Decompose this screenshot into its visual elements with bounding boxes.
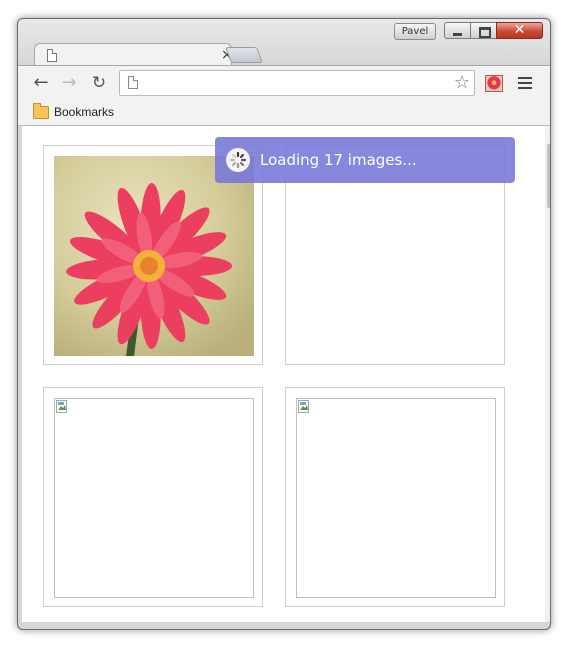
flower-image — [54, 156, 254, 356]
broken-image-icon — [298, 400, 309, 413]
address-bar[interactable]: ☆ — [119, 70, 475, 96]
star-icon[interactable]: ☆ — [454, 72, 470, 94]
close-icon: ✕ — [513, 22, 526, 38]
image-2 — [296, 156, 496, 356]
folder-icon — [33, 103, 49, 119]
reload-button[interactable]: ↻ — [90, 74, 108, 92]
menu-icon[interactable] — [518, 77, 532, 89]
profile-button[interactable]: Pavel — [394, 23, 436, 40]
flower-graphic — [54, 156, 254, 356]
close-window-button[interactable]: ✕ — [496, 22, 543, 39]
vertical-scrollbar[interactable]: ▲ ▼ — [545, 126, 550, 622]
scroll-down-arrow-icon[interactable]: ▼ — [545, 608, 550, 622]
extension-flower-icon[interactable] — [485, 75, 503, 92]
image-4 — [296, 398, 496, 598]
loading-toast: Loading 17 images... — [215, 137, 515, 183]
bookmarks-folder[interactable]: Bookmarks — [54, 105, 114, 119]
image-card — [43, 387, 263, 607]
forward-button[interactable]: → — [60, 74, 78, 92]
browser-window: Pavel ✕ × ← → ↻ ☆ Bookmarks — [17, 18, 551, 630]
bookmarks-bar: Bookmarks — [18, 101, 550, 126]
image-card — [285, 387, 505, 607]
page-content — [22, 126, 545, 622]
spinner-icon — [226, 148, 250, 172]
page-icon — [47, 49, 57, 62]
image-3 — [54, 398, 254, 598]
scroll-thumb[interactable] — [547, 144, 550, 208]
scroll-up-arrow-icon[interactable]: ▲ — [545, 126, 550, 140]
loading-message: Loading 17 images... — [260, 151, 417, 169]
broken-image-icon — [56, 400, 67, 413]
maximize-button[interactable] — [470, 22, 497, 39]
minimize-button[interactable] — [444, 22, 471, 39]
toolbar: ← → ↻ ☆ — [18, 65, 550, 102]
page-icon — [128, 76, 138, 89]
back-button[interactable]: ← — [32, 74, 50, 92]
new-tab-button[interactable] — [225, 47, 263, 63]
